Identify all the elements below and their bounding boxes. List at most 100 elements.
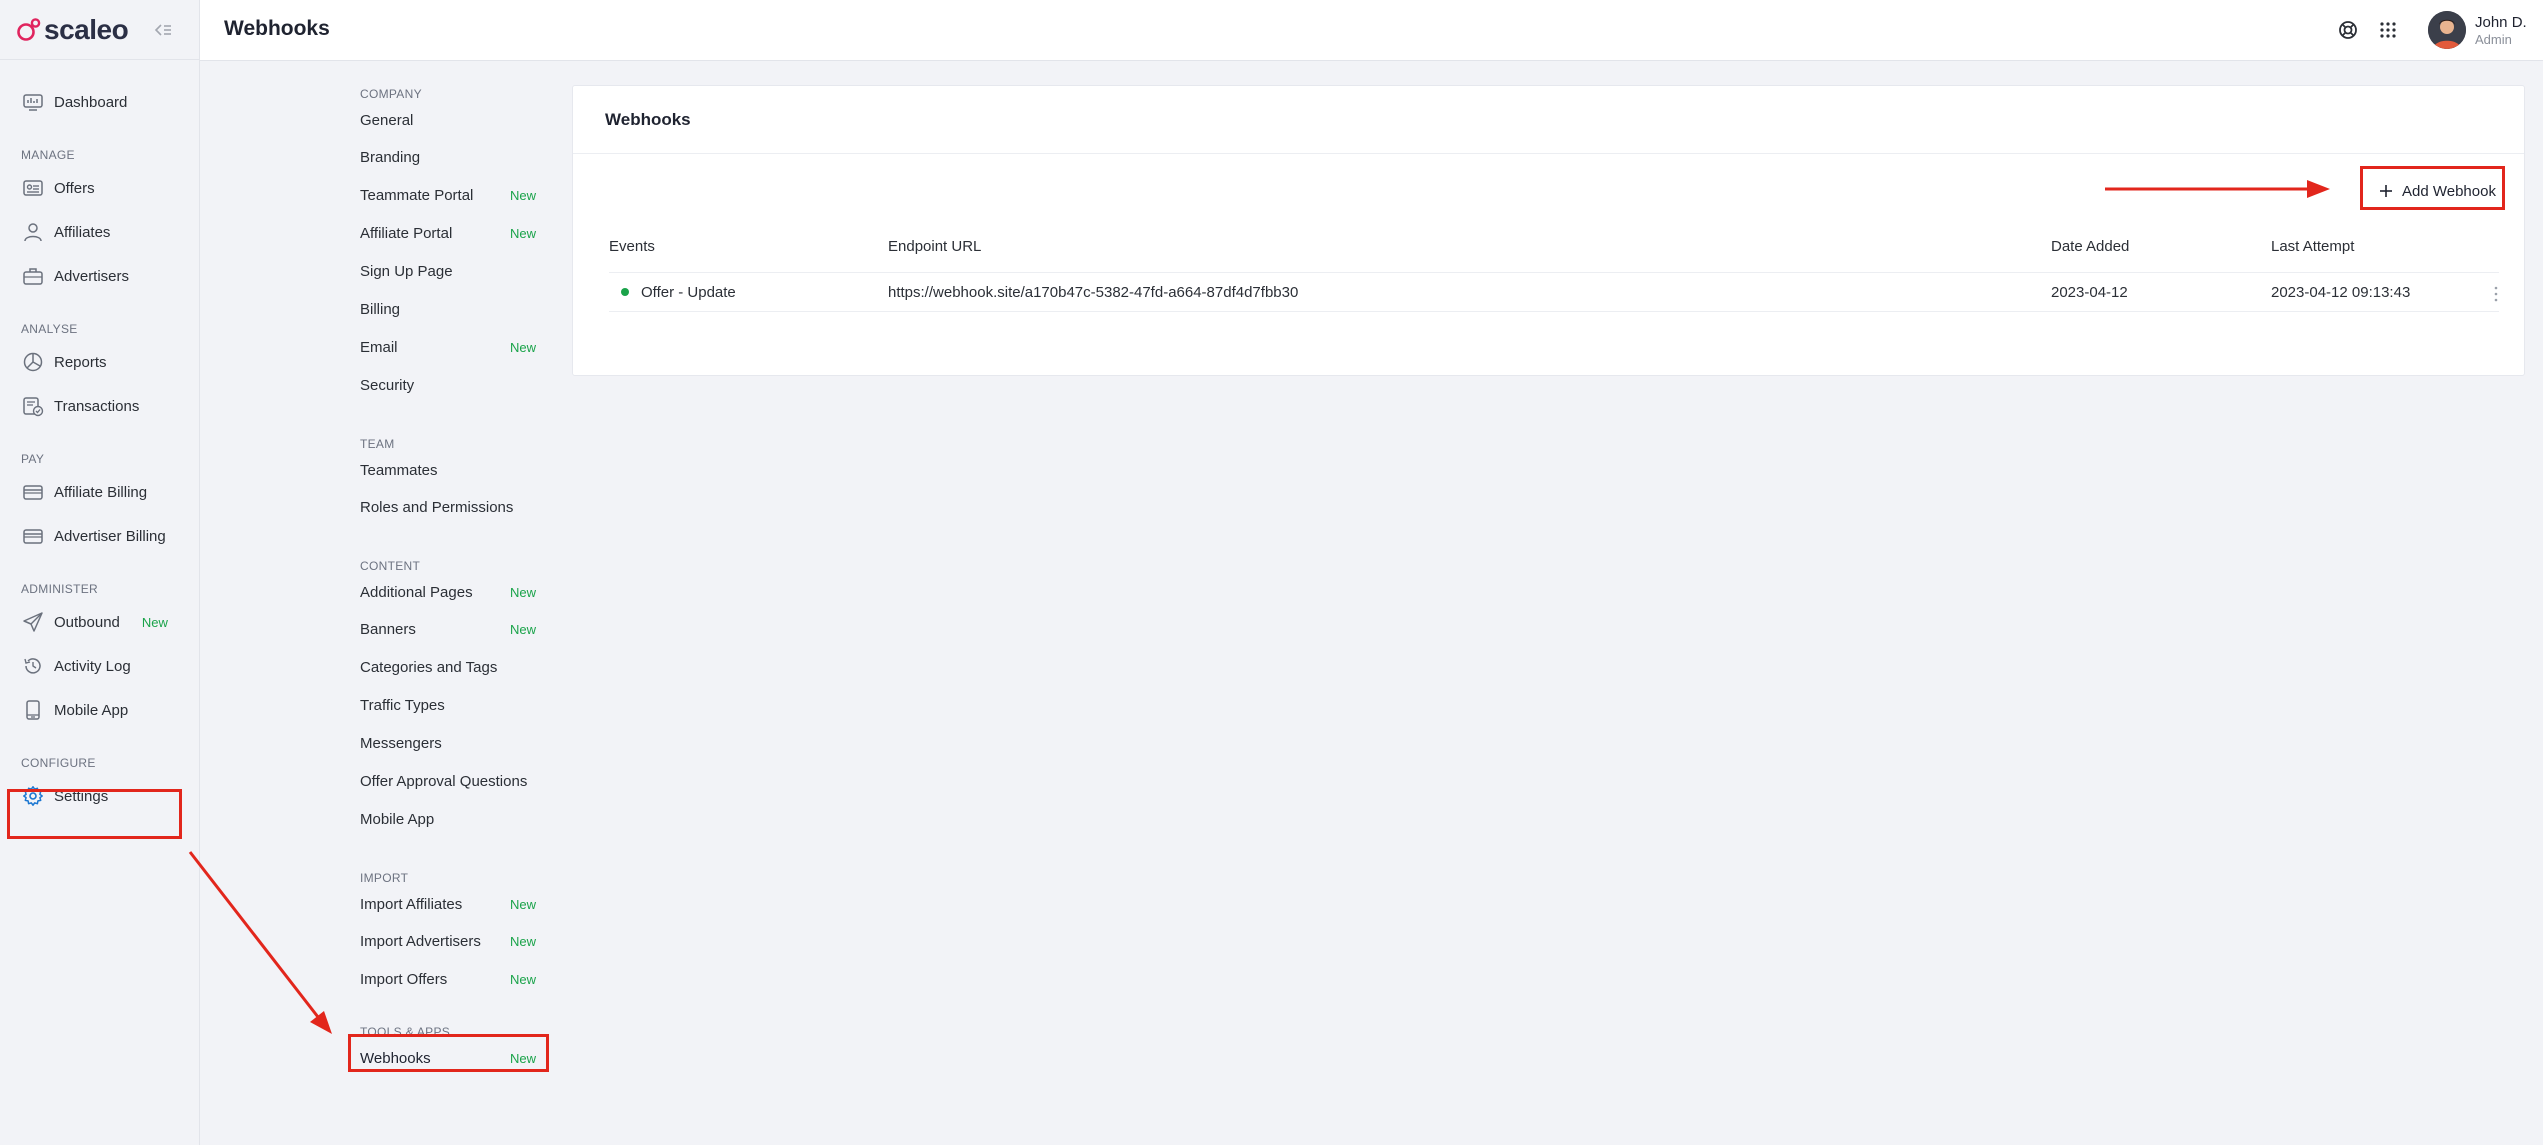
nav-section-administer: ADMINISTER [21,582,99,596]
scaleo-logo-icon [17,17,41,41]
help-lifebuoy-icon[interactable] [2337,19,2359,41]
transactions-icon [22,395,44,417]
submenu-item-affiliate-portal[interactable]: Affiliate Portal New [360,215,545,253]
nav-section-pay: PAY [21,452,45,466]
sidebar-item-label: Outbound [54,613,120,631]
plus-icon [2380,185,2392,197]
settings-submenu: COMPANY General Branding Teammate Portal… [360,61,545,1077]
submenu-item-import-advertisers[interactable]: Import Advertisers New [360,923,545,961]
submenu-item-import-affiliates[interactable]: Import Affiliates New [360,887,545,923]
submenu-section-tools-apps: TOOLS & APPS [360,1025,451,1039]
sidebar: scaleo Dashboard MANAGE Offers Affiliate… [0,0,200,1145]
submenu-item-banners[interactable]: Banners New [360,611,545,649]
submenu-item-general[interactable]: General [360,103,545,139]
user-name[interactable]: John D. [2475,14,2527,31]
submenu-item-messengers[interactable]: Messengers [360,725,545,763]
submenu-item-teammates[interactable]: Teammates [360,453,545,489]
submenu-item-webhooks[interactable]: Webhooks New [360,1041,545,1077]
sidebar-item-label: Activity Log [54,657,131,675]
sidebar-item-label: Settings [54,787,109,805]
card-title: Webhooks [605,109,691,129]
new-badge: New [509,340,536,355]
submenu-item-categories-tags[interactable]: Categories and Tags [360,649,545,687]
submenu-item-traffic-types[interactable]: Traffic Types [360,687,545,725]
submenu-section-company: COMPANY [360,87,422,101]
submenu-item-additional-pages[interactable]: Additional Pages New [360,575,545,611]
new-badge: New [509,188,536,203]
sidebar-item-affiliate-billing[interactable]: Affiliate Billing [0,470,199,514]
sidebar-item-label: Reports [54,353,107,371]
sidebar-item-label: Advertisers [54,267,130,285]
page-title: Webhooks [224,17,330,40]
status-dot [621,288,629,297]
new-badge: New [509,226,536,241]
table-header: Events Endpoint URL Date Added Last Atte… [609,236,2499,258]
date-added-cell: 2023-04-12 [2051,284,2128,301]
submenu-section-import: IMPORT [360,871,409,885]
submenu-item-sign-up-page[interactable]: Sign Up Page [360,253,545,291]
submenu-item-offer-approval-questions[interactable]: Offer Approval Questions [360,763,545,801]
sidebar-item-transactions[interactable]: Transactions [0,384,199,428]
table-row[interactable]: Offer - Update https://webhook.site/a170… [609,272,2499,312]
submenu-item-roles-permissions[interactable]: Roles and Permissions [360,489,545,527]
new-badge: New [509,897,536,912]
sidebar-item-label: Advertiser Billing [54,527,166,545]
submenu-item-branding[interactable]: Branding [360,139,545,177]
submenu-item-import-offers[interactable]: Import Offers New [360,961,545,999]
submenu-item-billing[interactable]: Billing [360,291,545,329]
add-webhook-button[interactable]: Add Webhook [2366,174,2508,208]
sidebar-item-label: Mobile App [54,701,129,719]
new-badge: New [509,622,536,637]
brand-name: scaleo [44,13,129,45]
history-icon [22,655,44,677]
submenu-item-email[interactable]: Email New [360,329,545,367]
offers-icon [22,177,44,199]
last-attempt-cell: 2023-04-12 09:13:43 [2271,284,2411,301]
sidebar-item-activity-log[interactable]: Activity Log [0,644,199,688]
sidebar-item-reports[interactable]: Reports [0,340,199,384]
sidebar-item-advertiser-billing[interactable]: Advertiser Billing [0,514,199,558]
user-icon [22,221,44,243]
new-badge: New [509,1051,536,1066]
sidebar-item-advertisers[interactable]: Advertisers [0,254,199,298]
avatar[interactable] [2428,11,2466,49]
new-badge: New [509,585,536,600]
submenu-section-content: CONTENT [360,559,421,573]
avatar-person-icon [2428,11,2466,49]
new-badge: New [509,972,536,987]
add-webhook-label: Add Webhook [2402,182,2496,200]
sidebar-item-dashboard[interactable]: Dashboard [0,80,199,124]
sidebar-item-mobile-app[interactable]: Mobile App [0,688,199,732]
sidebar-item-outbound[interactable]: Outbound New [0,600,199,644]
sidebar-item-label: Dashboard [54,93,128,111]
briefcase-icon [22,265,44,287]
column-header-events: Events [609,238,655,255]
card-header: Webhooks [573,86,2524,154]
submenu-item-teammate-portal[interactable]: Teammate Portal New [360,177,545,215]
more-vertical-icon[interactable] [2489,285,2503,303]
phone-icon [22,699,44,721]
column-header-last-attempt: Last Attempt [2271,238,2355,255]
pie-chart-icon [22,351,44,373]
sidebar-item-label: Offers [54,179,95,197]
new-badge: New [509,934,536,949]
sidebar-item-affiliates[interactable]: Affiliates [0,210,199,254]
nav-section-configure: CONFIGURE [21,756,96,770]
sidebar-item-label: Transactions [54,397,140,415]
submenu-item-security[interactable]: Security [360,367,545,405]
paper-plane-icon [22,611,44,633]
sidebar-item-offers[interactable]: Offers [0,166,199,210]
brand[interactable]: scaleo [0,0,199,60]
submenu-item-mobile-app[interactable]: Mobile App [360,801,545,839]
collapse-sidebar-icon[interactable] [152,19,174,41]
apps-grid-icon[interactable] [2377,19,2399,41]
nav-section-analyse: ANALYSE [21,322,78,336]
sidebar-item-settings[interactable]: Settings [0,774,199,818]
arrow-settings-to-webhooks [188,851,332,1034]
sidebar-item-label: Affiliates [54,223,111,241]
column-header-endpoint-url: Endpoint URL [888,238,982,255]
column-header-date-added: Date Added [2051,238,2130,255]
top-header: Webhooks John D. Admin [200,0,2543,61]
submenu-section-team: TEAM [360,437,395,451]
endpoint-url-cell: https://webhook.site/a170b47c-5382-47fd-… [888,284,1299,301]
